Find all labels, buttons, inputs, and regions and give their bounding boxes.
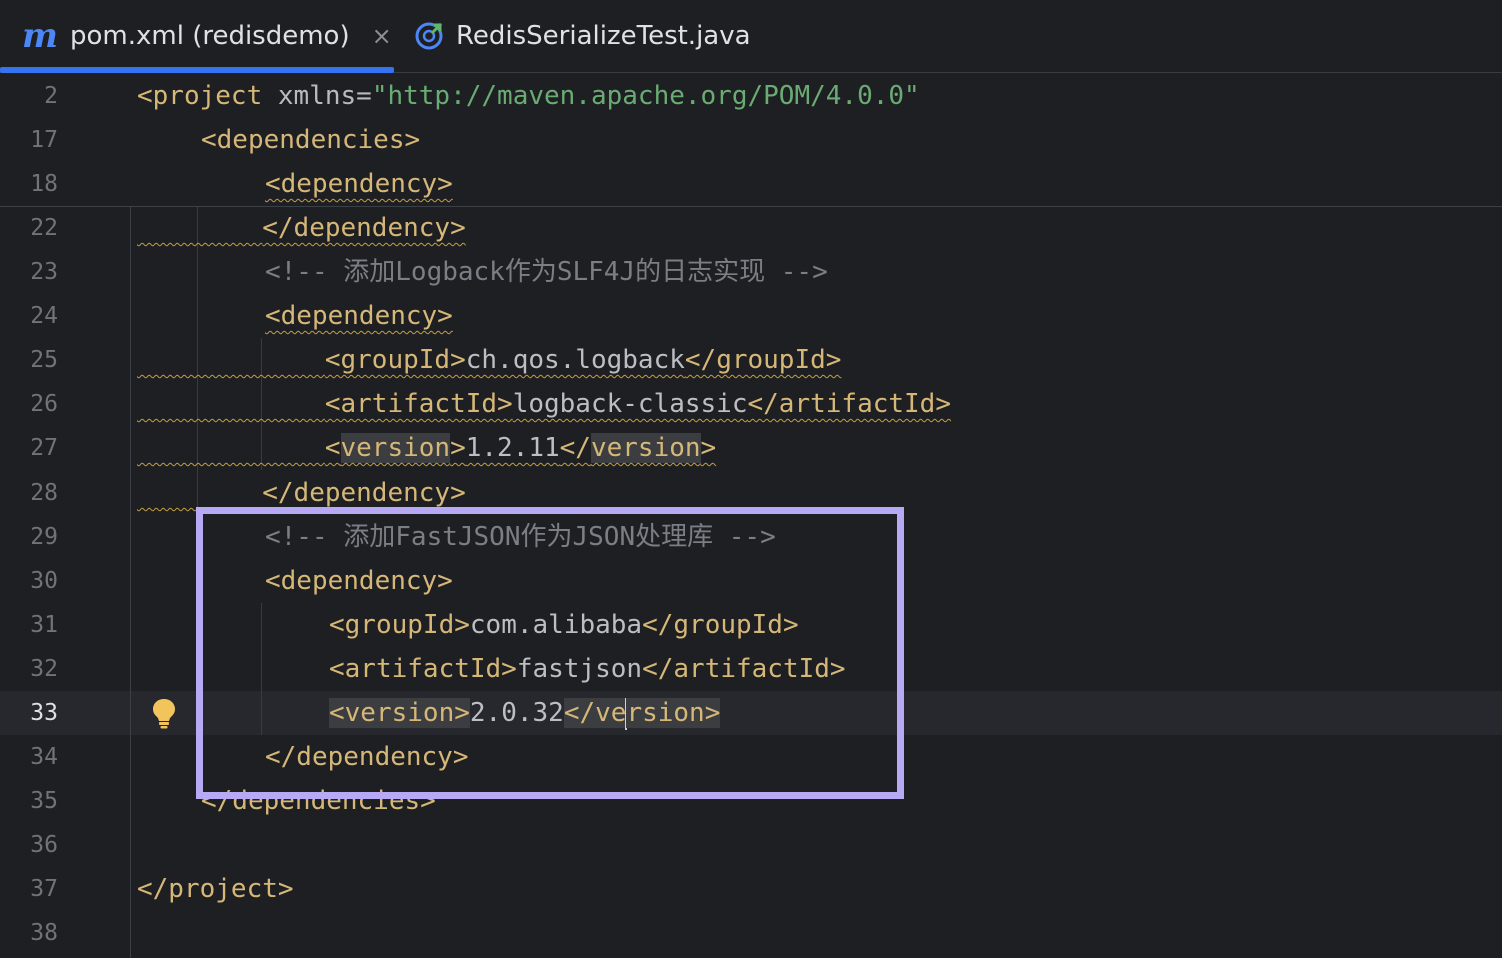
xml-tag: </groupId>: [684, 345, 842, 375]
line-number: 34: [30, 744, 58, 770]
active-tab-indicator: [0, 67, 394, 73]
line-number: 22: [30, 215, 58, 241]
xml-text: logback-classic: [512, 389, 748, 419]
matched-tag-name: version: [590, 433, 701, 463]
code-line: 2 <project xmlns="http://maven.apache.or…: [0, 74, 1502, 118]
code-editor[interactable]: 2 <project xmlns="http://maven.apache.or…: [0, 74, 1502, 958]
xml-text: ch.qos.logback: [465, 345, 685, 375]
tab-label: RedisSerializeTest.java: [456, 21, 751, 51]
code-line-current: 33 <version>2.0.32</version>: [0, 691, 1502, 735]
code-line: 34 </dependency>: [0, 735, 1502, 779]
xml-tag: <dependency>: [265, 566, 453, 596]
xml-text: 1.2.11: [465, 433, 560, 463]
code-line: 17 <dependencies>: [0, 118, 1502, 162]
lightbulb-icon[interactable]: [150, 697, 178, 729]
line-number: 25: [30, 347, 58, 373]
editor-tab-bar: m pom.xml (redisdemo) × RedisSerializeTe…: [0, 0, 1502, 73]
xml-tag: <dependencies>: [201, 125, 421, 155]
xml-attr: xmlns=: [262, 81, 372, 111]
xml-tag: >: [450, 433, 466, 463]
code-line: 35 </dependencies>: [0, 779, 1502, 823]
maven-icon: m: [22, 16, 58, 56]
xml-tag: <dependency>: [265, 301, 453, 331]
xml-comment: <!-- 添加Logback作为SLF4J的日志实现 -->: [265, 257, 828, 287]
code-line: 27 <version>1.2.11</version>: [0, 426, 1502, 470]
xml-tag: <dependency>: [265, 169, 453, 199]
line-number: 17: [30, 127, 58, 153]
code-line: 38: [0, 911, 1502, 955]
xml-tag: </dependency>: [265, 742, 469, 772]
line-number: 35: [30, 788, 58, 814]
xml-tag: <groupId>: [324, 345, 466, 375]
xml-tag: </project>: [137, 874, 294, 904]
xml-tag: </dependency>: [262, 213, 466, 243]
code-line: 36: [0, 823, 1502, 867]
line-number: 28: [30, 480, 58, 506]
matched-tag-name: version: [340, 433, 451, 463]
xml-tag: >: [700, 433, 717, 463]
xml-tag: <: [324, 433, 341, 463]
line-number: 30: [30, 568, 58, 594]
code-line: 25 <groupId>ch.qos.logback</groupId>: [0, 338, 1502, 382]
line-number: 29: [30, 524, 58, 550]
java-test-class-icon: [415, 22, 443, 50]
xml-text: fastjson: [516, 654, 643, 684]
code-line: 31 <groupId>com.alibaba</groupId>: [0, 603, 1502, 647]
code-line: 30 <dependency>: [0, 559, 1502, 603]
xml-tag: </artifactId>: [642, 654, 846, 684]
xml-tag: </: [559, 433, 591, 463]
code-line: 24 <dependency>: [0, 294, 1502, 338]
line-number: 33: [30, 700, 58, 726]
xml-tag: </ve: [563, 698, 627, 728]
line-number: 26: [30, 391, 58, 417]
xml-text: com.alibaba: [469, 610, 643, 640]
xml-tag: <project: [137, 81, 263, 111]
code-line: 37 </project>: [0, 867, 1502, 911]
xml-tag: <artifactId>: [324, 389, 513, 419]
code-line: 32 <artifactId>fastjson</artifactId>: [0, 647, 1502, 691]
xml-attr-value: "http://maven.apache.org/POM/4.0.0": [371, 81, 920, 111]
xml-tag: </dependencies>: [201, 786, 436, 816]
line-number: 32: [30, 656, 58, 682]
line-number: 31: [30, 612, 58, 638]
line-number: 2: [44, 83, 58, 109]
xml-tag: <artifactId>: [329, 654, 517, 684]
xml-tag: rsion>: [626, 698, 721, 728]
line-number: 24: [30, 303, 58, 329]
tab-label: pom.xml (redisdemo): [69, 21, 350, 51]
line-number: 23: [30, 259, 58, 285]
code-line: 29 <!-- 添加FastJSON作为JSON处理库 -->: [0, 515, 1502, 559]
code-line: 18 <dependency>: [0, 162, 1502, 206]
close-icon[interactable]: ×: [372, 22, 392, 50]
line-number: 27: [30, 435, 58, 461]
xml-tag: </groupId>: [642, 610, 799, 640]
xml-tag: </dependency>: [262, 478, 466, 508]
xml-tag: </artifactId>: [747, 389, 952, 419]
line-number: 36: [30, 832, 58, 858]
xml-tag: <version>: [329, 698, 470, 728]
code-line: 23 <!-- 添加Logback作为SLF4J的日志实现 -->: [0, 250, 1502, 294]
tab-pom-xml[interactable]: m pom.xml (redisdemo) ×: [0, 0, 394, 73]
line-number: 38: [30, 920, 58, 946]
xml-tag: <groupId>: [329, 610, 470, 640]
tab-redis-serialize-test[interactable]: RedisSerializeTest.java: [414, 0, 751, 72]
code-line: 22 </dependency>: [0, 206, 1502, 250]
line-number: 18: [30, 171, 58, 197]
xml-text: 2.0.32: [469, 698, 564, 728]
line-number: 37: [30, 876, 58, 902]
code-line: 28 </dependency>: [0, 471, 1502, 515]
xml-comment: <!-- 添加FastJSON作为JSON处理库 -->: [265, 522, 776, 552]
code-line: 26 <artifactId>logback-classic</artifact…: [0, 382, 1502, 426]
